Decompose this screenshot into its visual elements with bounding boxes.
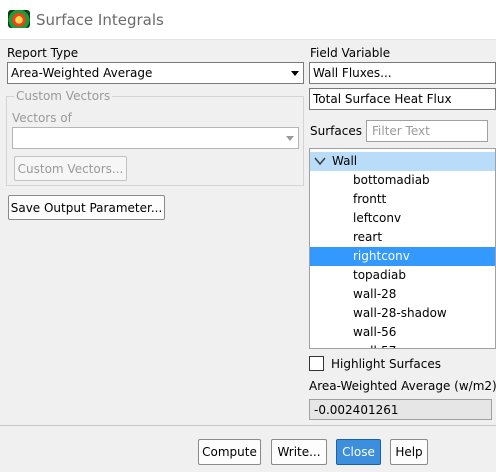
tree-item-wall-57[interactable]: wall-57 — [310, 342, 495, 348]
chevron-down-icon[interactable] — [314, 157, 326, 166]
compute-button[interactable]: Compute — [198, 439, 261, 465]
tree-group-wall[interactable]: Wall — [310, 152, 495, 171]
result-label: Area-Weighted Average (w/m2) — [309, 379, 496, 393]
tree-item-label: frontt — [353, 192, 387, 206]
tree-item-frontt[interactable]: frontt — [310, 190, 495, 209]
title-bar: Surface Integrals — [0, 0, 496, 40]
custom-vectors-button[interactable]: Custom Vectors... — [14, 156, 127, 181]
tree-item-label: rightconv — [353, 249, 410, 263]
tree-item-label: bottomadiab — [353, 173, 430, 187]
write-button[interactable]: Write... — [271, 439, 327, 465]
separator — [0, 425, 496, 426]
report-type-value: Area-Weighted Average — [11, 66, 153, 80]
field-variable-value: Total Surface Heat Flux — [313, 92, 452, 106]
tree-item-label: wall-28 — [353, 287, 397, 301]
vectors-of-dropdown[interactable] — [12, 127, 299, 149]
tree-item-rightconv[interactable]: rightconv — [310, 247, 495, 266]
tree-item-label: wall-28-shadow — [353, 306, 447, 320]
field-variable-label: Field Variable — [310, 46, 391, 60]
surfaces-tree[interactable]: Wall bottomadiab frontt leftconv reart r… — [309, 148, 496, 349]
tree-item-label: leftconv — [353, 211, 402, 225]
close-button[interactable]: Close — [336, 439, 381, 465]
field-variable-dropdown[interactable]: Total Surface Heat Flux — [309, 88, 496, 110]
dropdown-arrow-icon — [291, 71, 299, 76]
tree-item-topadiab[interactable]: topadiab — [310, 266, 495, 285]
save-output-parameter-button[interactable]: Save Output Parameter... — [8, 195, 165, 220]
report-type-dropdown[interactable]: Area-Weighted Average — [7, 62, 304, 84]
surfaces-label: Surfaces — [310, 124, 362, 138]
tree-item-label: topadiab — [353, 268, 406, 282]
vectors-of-label: Vectors of — [12, 111, 72, 125]
dropdown-arrow-icon — [286, 136, 294, 141]
surfaces-filter-input[interactable]: Filter Text — [366, 120, 488, 142]
custom-vectors-group-label: Custom Vectors — [14, 89, 113, 103]
tree-item-leftconv[interactable]: leftconv — [310, 209, 495, 228]
field-variable-category-value: Wall Fluxes... — [313, 66, 392, 80]
result-value: -0.002401261 — [314, 403, 399, 417]
tree-item-label: wall-56 — [353, 325, 397, 339]
tree-item-bottomadiab[interactable]: bottomadiab — [310, 171, 495, 190]
filter-placeholder: Filter Text — [372, 124, 430, 138]
app-icon — [8, 10, 30, 28]
tree-group-label: Wall — [332, 154, 358, 168]
tree-item-reart[interactable]: reart — [310, 228, 495, 247]
result-field: -0.002401261 — [309, 399, 492, 420]
tree-item-wall-56[interactable]: wall-56 — [310, 323, 495, 342]
tree-item-label: wall-57 — [353, 344, 396, 348]
window-title: Surface Integrals — [36, 11, 164, 29]
tree-item-label: reart — [353, 230, 383, 244]
help-button[interactable]: Help — [390, 439, 428, 465]
tree-item-wall-28-shadow[interactable]: wall-28-shadow — [310, 304, 495, 323]
field-variable-category-dropdown[interactable]: Wall Fluxes... — [309, 62, 496, 84]
report-type-label: Report Type — [7, 46, 79, 60]
highlight-surfaces-label: Highlight Surfaces — [331, 357, 441, 371]
tree-item-wall-28[interactable]: wall-28 — [310, 285, 495, 304]
highlight-surfaces-checkbox[interactable] — [309, 356, 324, 371]
